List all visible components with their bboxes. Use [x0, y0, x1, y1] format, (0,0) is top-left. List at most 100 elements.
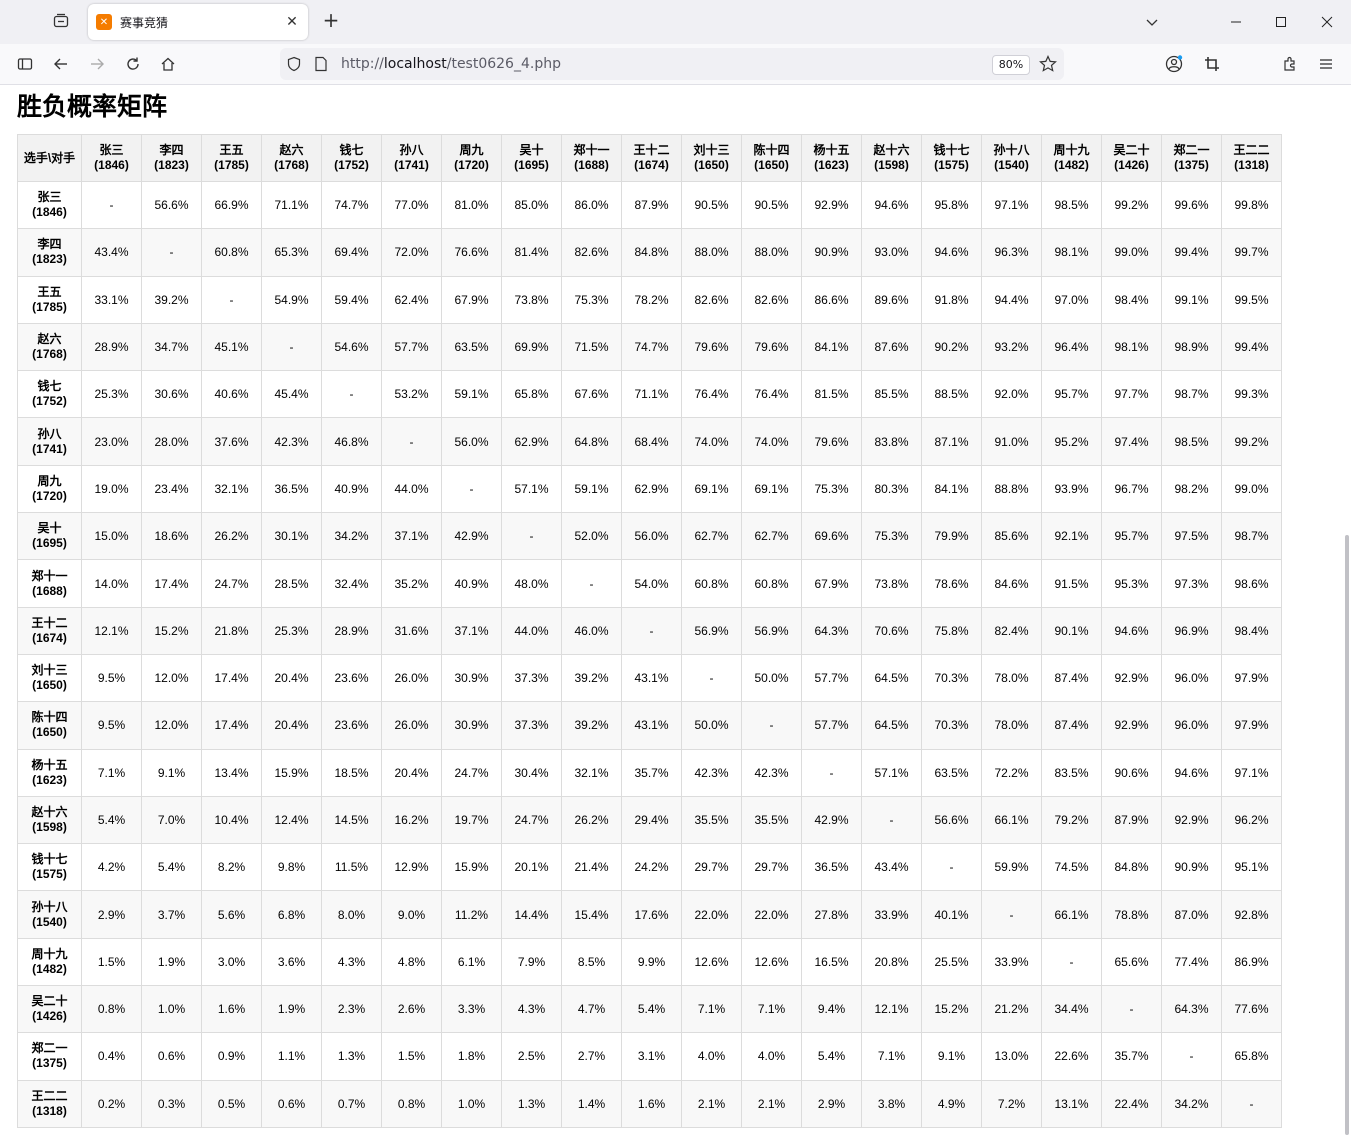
probability-cell: 84.1% [801, 322, 862, 372]
probability-cell: 8.5% [561, 937, 622, 987]
star-icon[interactable] [1039, 55, 1057, 77]
column-header: 杨十五 (1623) [801, 134, 862, 182]
probability-cell: 2.7% [561, 1032, 622, 1081]
probability-cell: 99.8% [1221, 180, 1282, 230]
probability-cell: 0.9% [201, 1032, 262, 1081]
zoom-level[interactable]: 80% [992, 55, 1030, 75]
probability-cell: 54.0% [621, 559, 682, 608]
forward-icon[interactable] [85, 52, 109, 76]
probability-cell: 44.0% [381, 464, 442, 514]
probability-cell: 71.5% [561, 322, 622, 372]
minimize-icon[interactable] [1216, 8, 1256, 36]
row-header: 陈十四 (1650) [17, 701, 82, 750]
probability-cell: 9.5% [81, 653, 142, 703]
probability-cell: 98.9% [1161, 322, 1222, 372]
menu-icon[interactable] [1314, 52, 1338, 76]
probability-cell: 23.6% [321, 653, 382, 703]
probability-cell: - [561, 559, 622, 608]
scrollbar[interactable] [1343, 85, 1351, 1140]
probability-cell: 7.1% [681, 985, 742, 1034]
probability-cell: 88.5% [921, 370, 982, 419]
reload-icon[interactable] [121, 52, 145, 76]
probability-cell: 91.8% [921, 275, 982, 324]
player-name: 赵十六 [873, 143, 910, 157]
table-row: 陈十四 (1650) 9.5% 12.0% 17.4% 20.4% 23.6% 26.0% 30… [17, 701, 1282, 750]
player-name: 陈十四 [31, 710, 68, 725]
probability-cell: 81.4% [501, 228, 562, 277]
account-icon[interactable] [1162, 52, 1186, 76]
row-header: 张三 (1846) [17, 180, 82, 230]
extensions-icon[interactable] [1278, 52, 1302, 76]
url-text[interactable]: http://localhost/test0626_4.php [341, 56, 561, 72]
probability-cell: 10.4% [201, 795, 262, 845]
probability-cell: 97.5% [1161, 512, 1222, 561]
probability-cell: 98.4% [1101, 275, 1162, 324]
scrollbar-thumb[interactable] [1345, 535, 1349, 1135]
probability-cell: 19.7% [441, 795, 502, 845]
probability-cell: - [1041, 937, 1102, 987]
probability-cell: 79.2% [1041, 795, 1102, 845]
player-name: 钱十七 [933, 143, 970, 157]
back-icon[interactable] [49, 52, 73, 76]
probability-cell: 90.5% [741, 180, 802, 230]
probability-cell: 29.4% [621, 795, 682, 845]
screenshot-icon[interactable] [1200, 52, 1224, 76]
probability-cell: 56.6% [921, 795, 982, 845]
row-header: 李四 (1823) [17, 228, 82, 277]
probability-cell: 1.1% [261, 1032, 322, 1081]
sidebar-icon[interactable] [13, 52, 37, 76]
new-tab-icon[interactable]: + [320, 10, 342, 32]
player-rating: (1540) [994, 158, 1029, 172]
shield-icon[interactable] [286, 56, 302, 76]
player-rating: (1688) [574, 158, 609, 172]
probability-cell: - [621, 606, 682, 655]
row-header: 赵六 (1768) [17, 322, 82, 372]
probability-cell: 28.9% [321, 606, 382, 655]
column-header: 周十九 (1482) [1041, 134, 1102, 182]
probability-cell: 25.3% [261, 606, 322, 655]
url-bar[interactable]: http://localhost/test0626_4.php 80% [280, 48, 1064, 80]
home-icon[interactable] [156, 52, 180, 76]
player-rating: (1375) [32, 1056, 67, 1071]
probability-cell: 93.9% [1041, 464, 1102, 514]
probability-cell: 64.3% [801, 606, 862, 655]
probability-cell: 2.1% [741, 1079, 802, 1128]
probability-cell: 26.2% [201, 512, 262, 561]
probability-cell: 91.0% [981, 417, 1042, 466]
window-close-icon[interactable] [1307, 8, 1347, 36]
probability-cell: - [441, 464, 502, 514]
player-rating: (1741) [394, 158, 429, 172]
probability-cell: 76.4% [741, 370, 802, 419]
probability-cell: 76.6% [441, 228, 502, 277]
probability-cell: 69.1% [741, 464, 802, 514]
probability-cell: 50.0% [681, 701, 742, 750]
probability-cell: 46.0% [561, 606, 622, 655]
probability-cell: 1.9% [141, 937, 202, 987]
tab-bar: ✕ 赛事竞猜 ✕ + [0, 0, 1351, 44]
probability-cell: 84.8% [1101, 843, 1162, 892]
probability-cell: 96.0% [1161, 653, 1222, 703]
tab-list-icon[interactable] [50, 10, 72, 32]
probability-cell: 78.0% [981, 701, 1042, 750]
table-row: 张三 (1846) -56.6% 66.9% 71.1% 74.7% 77.0% 81.0% 8… [17, 180, 1282, 230]
maximize-icon[interactable] [1261, 8, 1301, 36]
probability-cell: 0.4% [81, 1032, 142, 1081]
chevron-down-icon[interactable] [1132, 8, 1172, 36]
probability-cell: 2.6% [381, 985, 442, 1034]
probability-cell: 98.7% [1161, 370, 1222, 419]
close-icon[interactable]: ✕ [282, 14, 302, 30]
probability-cell: 83.8% [861, 417, 922, 466]
column-header: 孙十八 (1540) [981, 134, 1042, 182]
probability-cell: 1.6% [621, 1079, 682, 1128]
probability-cell: 71.1% [621, 370, 682, 419]
player-rating: (1598) [874, 158, 909, 172]
browser-tab[interactable]: ✕ 赛事竞猜 ✕ [88, 4, 308, 40]
probability-cell: 2.5% [501, 1032, 562, 1081]
probability-cell: 3.6% [261, 937, 322, 987]
probability-cell: 7.9% [501, 937, 562, 987]
probability-cell: 71.1% [261, 180, 322, 230]
probability-cell: 54.9% [261, 275, 322, 324]
probability-cell: 59.1% [441, 370, 502, 419]
probability-cell: 28.9% [81, 322, 142, 372]
probability-cell: 77.6% [1221, 985, 1282, 1034]
